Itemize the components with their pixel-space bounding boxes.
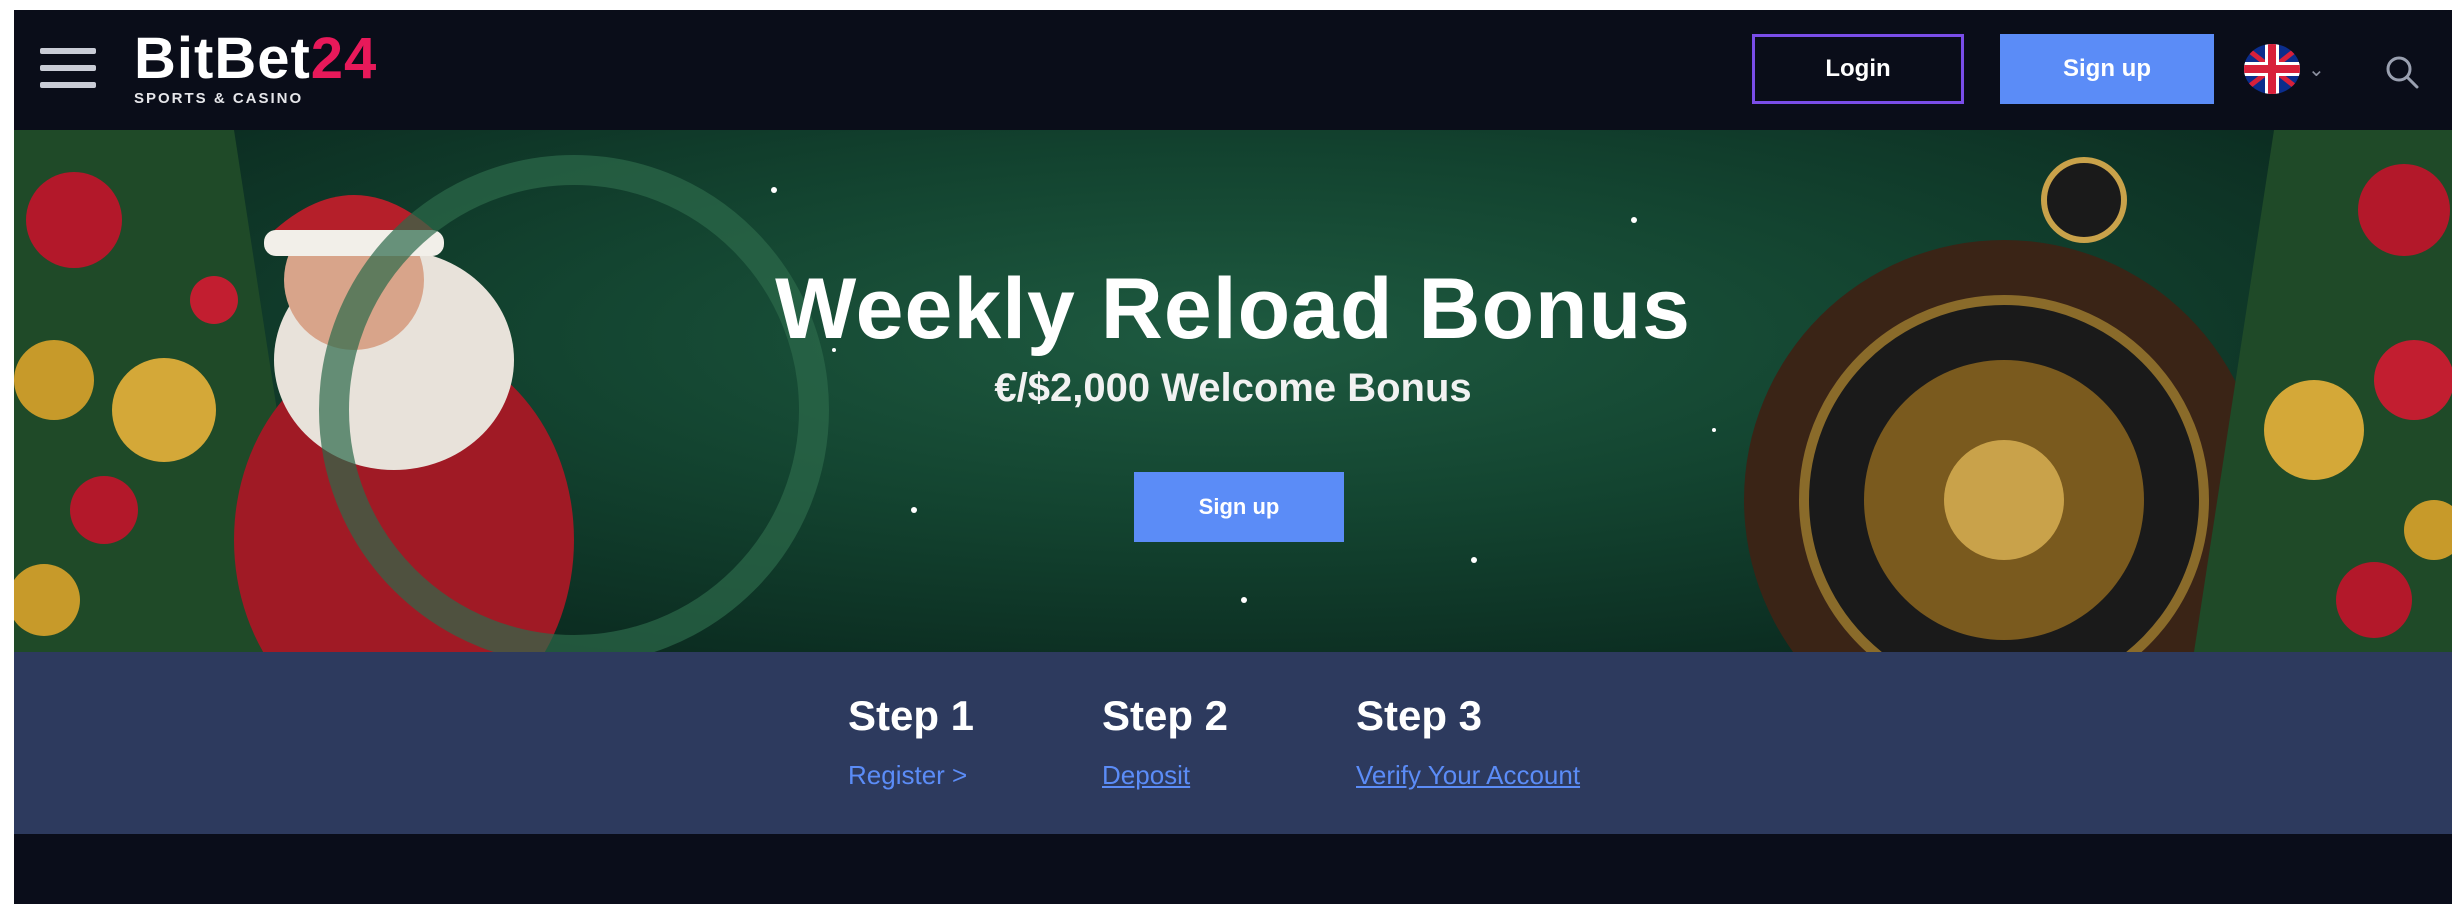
step-1: Step 1 Register > — [848, 692, 974, 791]
step-link-deposit[interactable]: Deposit — [1102, 760, 1228, 791]
step-link-verify[interactable]: Verify Your Account — [1356, 760, 1580, 791]
promo-banner: Weekly Reload Bonus €/$2,000 Welcome Bon… — [14, 130, 2452, 652]
signup-button[interactable]: Sign up — [2000, 34, 2214, 104]
hamburger-menu-icon[interactable] — [40, 48, 96, 96]
step-title: Step 2 — [1102, 692, 1229, 739]
top-header: BitBet24 SPORTS & CASINO Login Sign up ⌄ — [14, 10, 2452, 130]
logo-text: BitBet — [134, 26, 311, 91]
registration-steps: Step 1 Register > Step 2 Deposit Step 3 … — [14, 652, 2452, 834]
banner-signup-button[interactable]: Sign up — [1134, 472, 1344, 542]
step-2: Step 2 Deposit — [1102, 692, 1228, 791]
chevron-down-icon: ⌄ — [2308, 58, 2325, 81]
step-link-register[interactable]: Register > — [848, 760, 974, 791]
banner-title: Weekly Reload Bonus — [775, 261, 1691, 357]
uk-flag-icon — [2244, 44, 2300, 94]
language-selector[interactable]: ⌄ — [2244, 44, 2325, 94]
login-button[interactable]: Login — [1752, 34, 1964, 104]
step-title: Step 1 — [848, 692, 975, 739]
page-bottom-bar — [14, 834, 2452, 904]
search-icon[interactable] — [2384, 54, 2420, 90]
logo-wordmark: BitBet24 — [134, 30, 377, 88]
logo-tagline: SPORTS & CASINO — [134, 90, 304, 107]
banner-subtitle: €/$2,000 Welcome Bonus — [994, 366, 1472, 410]
page-frame: BitBet24 SPORTS & CASINO Login Sign up ⌄ — [14, 10, 2452, 904]
step-3: Step 3 Verify Your Account — [1356, 692, 1580, 791]
logo-number: 24 — [310, 26, 378, 91]
site-logo[interactable]: BitBet24 SPORTS & CASINO — [134, 30, 377, 108]
step-title: Step 3 — [1356, 692, 1483, 739]
